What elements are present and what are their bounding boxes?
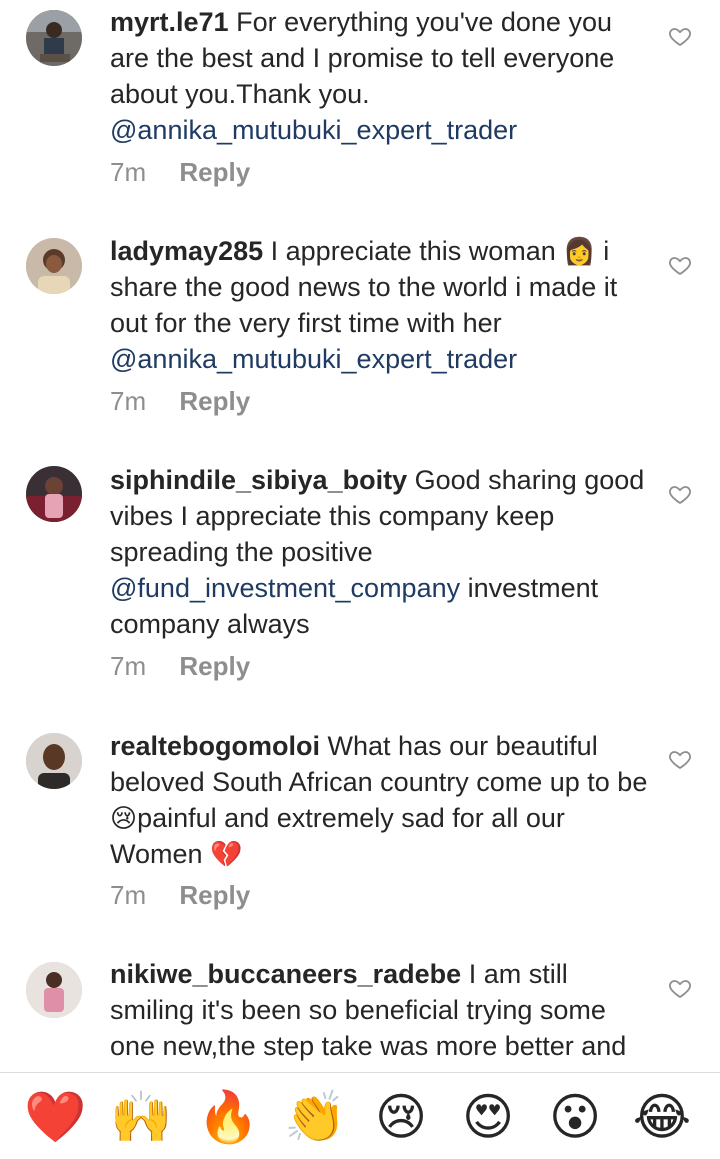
comment-mention[interactable]: @annika_mutubuki_expert_trader [110,344,517,374]
red-heart-emoji-button[interactable]: ❤️ [24,1087,86,1147]
tears-of-joy-emoji-button[interactable]: 😂 [632,1087,692,1147]
comment-meta: 7m Reply [110,386,250,417]
comment-text: painful and extremely sad for all our Wo… [110,803,565,869]
comment-meta: 7m Reply [110,651,250,682]
comment-body: nikiwe_buccaneers_radebe I am still smil… [110,956,650,1064]
comment-meta: 7m Reply [110,880,250,911]
emoji-reaction-bar: ❤️ 🙌 🔥 👏 😢 😍 😮 😂 [0,1072,720,1159]
heart-outline-icon[interactable] [668,747,692,771]
reply-button[interactable]: Reply [179,880,250,910]
comment-time: 7m [110,386,147,416]
comment-time: 7m [110,651,147,681]
heart-eyes-emoji-button[interactable]: 😍 [458,1087,518,1147]
surprised-face-emoji-button[interactable]: 😮 [545,1087,605,1147]
comment-time: 7m [110,157,147,187]
avatar-image [26,238,82,294]
reply-button[interactable]: Reply [179,651,250,681]
comment-body: siphindile_sibiya_boity Good sharing goo… [110,462,650,642]
comment-username[interactable]: realtebogomoloi [110,731,320,761]
heart-outline-icon[interactable] [668,253,692,277]
comment-username[interactable]: siphindile_sibiya_boity [110,465,407,495]
avatar[interactable] [26,466,82,522]
raising-hands-emoji-button[interactable]: 🙌 [110,1087,172,1147]
avatar-image [26,962,82,1018]
heart-outline-icon[interactable] [668,976,692,1000]
crying-face-emoji: 😢 [110,803,138,833]
fire-emoji-button[interactable]: 🔥 [197,1087,259,1147]
heart-outline-icon[interactable] [668,482,692,506]
crying-face-emoji-button[interactable]: 😢 [371,1087,431,1147]
comment-mention[interactable]: @annika_mutubuki_expert_trader [110,115,517,145]
comment-mention[interactable]: @fund_investment_company [110,573,460,603]
avatar[interactable] [26,733,82,789]
reply-button[interactable]: Reply [179,386,250,416]
comment-username[interactable]: myrt.le71 [110,7,229,37]
broken-heart-emoji: 💔 [210,839,243,869]
avatar-image [26,466,82,522]
comments-list: myrt.le71 For everything you've done you… [0,0,720,1072]
comment-time: 7m [110,880,147,910]
avatar-image [26,10,82,66]
avatar[interactable] [26,962,82,1018]
comment-meta: 7m Reply [110,157,250,188]
comment-text: I appreciate this woman [270,236,556,266]
comment-body: ladymay285 I appreciate this woman 👩 i s… [110,233,650,377]
heart-outline-icon[interactable] [668,24,692,48]
avatar[interactable] [26,238,82,294]
reply-button[interactable]: Reply [179,157,250,187]
woman-emoji: 👩 [563,236,596,266]
comment-body: realtebogomoloi What has our beautiful b… [110,728,650,872]
avatar[interactable] [26,10,82,66]
comment-username[interactable]: nikiwe_buccaneers_radebe [110,959,461,989]
comment-username[interactable]: ladymay285 [110,236,263,266]
clapping-hands-emoji-button[interactable]: 👏 [284,1087,346,1147]
avatar-image [26,733,82,789]
comment-body: myrt.le71 For everything you've done you… [110,4,650,148]
